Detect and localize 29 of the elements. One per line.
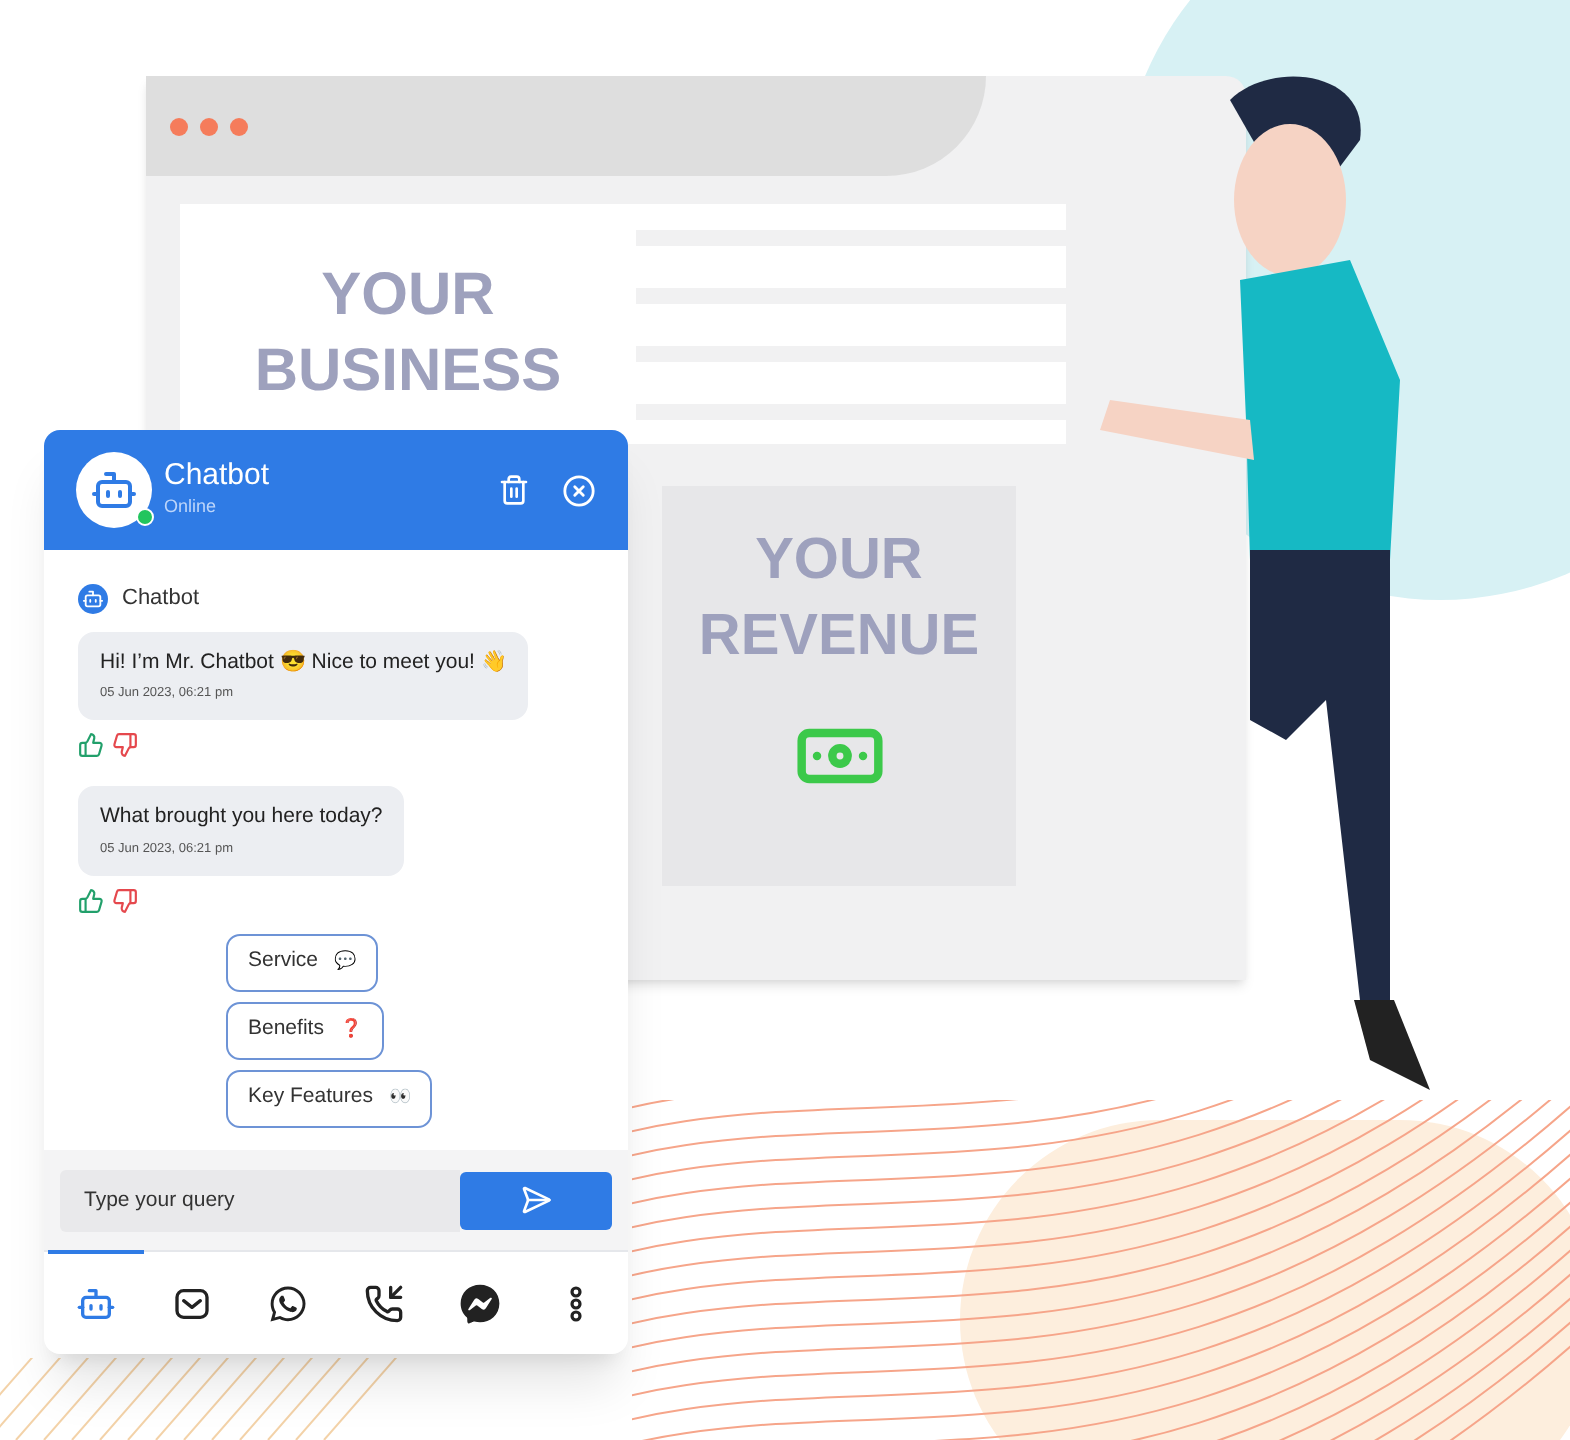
revenue-text: YOUR — [755, 526, 923, 596]
thumbs-up-button[interactable] — [78, 732, 104, 758]
chat-title: Chatbot — [164, 458, 270, 495]
headline-text: BUSINESS — [254, 336, 562, 408]
envelope-icon — [172, 1284, 212, 1324]
sender-name: Chatbot — [122, 584, 200, 614]
thumbs-up-button[interactable] — [78, 887, 104, 913]
chat-status: Online — [164, 494, 219, 521]
option-button[interactable]: Service 💬 — [226, 933, 379, 991]
bot-icon — [78, 583, 108, 614]
chat-bubble-icon — [460, 1284, 500, 1324]
option-button[interactable]: Key Features 👀 — [226, 1069, 433, 1127]
bot-icon — [76, 1284, 116, 1324]
message-text: What brought you here today? — [100, 802, 383, 832]
phone-call-icon — [364, 1284, 404, 1324]
close-button[interactable] — [562, 473, 596, 507]
more-icon — [570, 1286, 582, 1322]
delete-button[interactable] — [498, 474, 530, 506]
thumbs-down-button[interactable] — [112, 887, 138, 913]
message-text: Hi! I’m Mr. Chatbot 😎 Nice to meet you! 👋 — [100, 647, 507, 677]
option-button[interactable]: Benefits ❓ — [226, 1001, 384, 1059]
send-button[interactable] — [460, 1171, 612, 1229]
headline-text: YOUR — [321, 260, 495, 332]
query-input-field[interactable]: Type your query — [60, 1169, 460, 1231]
thumbs-down-button[interactable] — [112, 732, 138, 758]
phone-bubble-icon — [268, 1284, 308, 1324]
bot-icon — [90, 466, 138, 514]
send-icon — [520, 1184, 552, 1216]
revenue-text: REVENUE — [698, 602, 980, 672]
